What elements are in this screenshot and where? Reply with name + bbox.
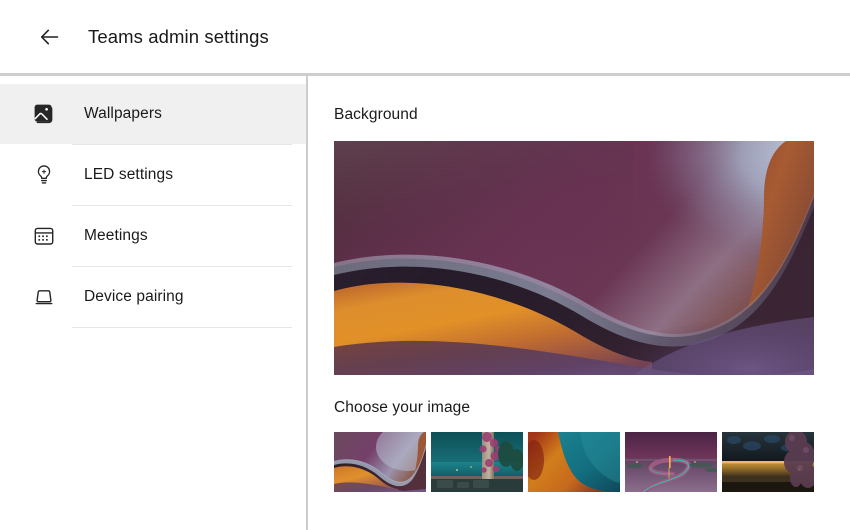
wallpaper-thumbnail-teal-seaside[interactable] xyxy=(431,432,523,492)
sidebar-item-label: Device pairing xyxy=(84,288,184,305)
sidebar-item-label: Wallpapers xyxy=(84,105,162,122)
wallpapers-panel: Background Choose your image xyxy=(308,76,850,530)
teal-seaside-thumb-graphic xyxy=(431,432,523,492)
wallpaper-thumbnail-purple-road[interactable] xyxy=(625,432,717,492)
orange-teal-thumb-graphic xyxy=(528,432,620,492)
abstract-wave-thumb-graphic xyxy=(334,432,426,492)
arrow-left-icon xyxy=(37,24,63,50)
purple-road-thumb-graphic xyxy=(625,432,717,492)
sidebar-item-meetings[interactable]: Meetings xyxy=(0,206,306,266)
abstract-wave-wallpaper-graphic xyxy=(334,141,814,375)
device-screen-icon xyxy=(30,283,58,311)
sidebar-item-device-pairing[interactable]: Device pairing xyxy=(0,267,306,327)
settings-sidebar: Wallpapers LED settings Meetings Device … xyxy=(0,76,308,530)
sidebar-item-led-settings[interactable]: LED settings xyxy=(0,145,306,205)
night-wall-thumb-graphic xyxy=(722,432,814,492)
sidebar-divider xyxy=(72,327,292,328)
wallpaper-thumbnail-list xyxy=(334,432,850,492)
page-header: Teams admin settings xyxy=(0,0,850,76)
back-button[interactable] xyxy=(30,17,70,57)
content-area: Wallpapers LED settings Meetings Device … xyxy=(0,76,850,530)
image-icon xyxy=(30,100,58,128)
sidebar-item-wallpapers[interactable]: Wallpapers xyxy=(0,84,306,144)
wallpaper-thumbnail-night-wall[interactable] xyxy=(722,432,814,492)
choose-image-section-title: Choose your image xyxy=(334,399,471,416)
wallpaper-thumbnail-abstract-wave[interactable] xyxy=(334,432,426,492)
sidebar-item-label: Meetings xyxy=(84,227,148,244)
page-title: Teams admin settings xyxy=(88,25,269,47)
lightbulb-icon xyxy=(30,161,58,189)
background-preview[interactable] xyxy=(334,141,814,375)
calendar-icon xyxy=(30,222,58,250)
teams-admin-settings-window: Teams admin settings Wallpapers LED sett… xyxy=(0,0,850,530)
wallpaper-thumbnail-orange-teal[interactable] xyxy=(528,432,620,492)
sidebar-item-label: LED settings xyxy=(84,166,174,183)
background-section-title: Background xyxy=(334,106,418,123)
